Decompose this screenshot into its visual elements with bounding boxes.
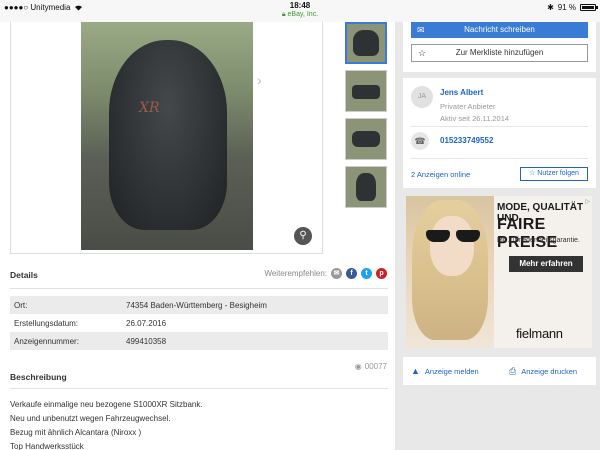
seat-image [109, 40, 227, 230]
seller-name[interactable]: Jens Albert [440, 88, 483, 97]
twitter-icon[interactable]: t [361, 268, 372, 279]
detail-value: 499410358 [126, 337, 167, 346]
thumbnail-image [353, 30, 379, 56]
share-label: Weiterempfehlen: [264, 269, 327, 278]
print-listing-link[interactable]: ⎙ Anzeige drucken [509, 366, 577, 377]
divider [411, 158, 588, 159]
view-count: 00077 [364, 362, 387, 371]
mail-icon[interactable]: ✉ [331, 268, 342, 279]
message-button-label: Nachricht schreiben [464, 25, 535, 34]
seller-card: JA Jens Albert Privater Anbieter Aktiv s… [403, 78, 596, 188]
message-button[interactable]: ✉ Nachricht schreiben [411, 22, 588, 38]
detail-value: 26.07.2016 [126, 319, 167, 328]
seller-ads-link[interactable]: 2 Anzeigen online [411, 170, 470, 179]
status-bar: ●●●●○ Unitymedia 18:48 🔒︎ eBay, Inc. ✱ 9… [0, 0, 600, 22]
report-listing-link[interactable]: ▲ Anzeige melden [411, 366, 479, 376]
details-title: Details [10, 270, 38, 280]
description-line: Verkaufe einmalige neu bezogene S1000XR … [10, 400, 203, 409]
thumbnail-4[interactable] [345, 166, 387, 208]
ad-brand-logo: fielmann [516, 326, 563, 341]
detail-row-id: Anzeigennummer: 499410358 [10, 332, 388, 350]
watchlist-button-label: Zur Merkliste hinzufügen [455, 48, 544, 57]
star-icon: ☆ [529, 170, 536, 177]
report-label: Anzeige melden [424, 366, 479, 376]
watchlist-button[interactable]: ☆ Zur Merkliste hinzufügen [411, 44, 588, 62]
main-photo[interactable]: XR [81, 22, 253, 250]
sunglasses-icon [426, 230, 480, 242]
zoom-icon[interactable]: ⚲ [294, 227, 312, 245]
detail-value: 74354 Baden-Württemberg - Besigheim [126, 301, 267, 310]
follow-button[interactable]: ☆ Nutzer folgen [520, 167, 588, 181]
ad-headline-2: FAIRE PREISE [497, 216, 558, 251]
seat-logo: XR [139, 100, 160, 116]
lock-icon: 🔒︎ [281, 11, 286, 18]
image-gallery: XR › ⚲ [10, 22, 323, 254]
url-label: eBay, Inc. [287, 11, 319, 18]
contact-card: ✉ Nachricht schreiben ☆ Zur Merkliste hi… [403, 22, 596, 72]
advertisement-banner[interactable]: ▷ MODE, QUALITÄT UND FAIRE PREISE Mit Zu… [406, 196, 592, 348]
description-line: Bezug mit ähnlich Alcantara (Niroxx ) [10, 428, 142, 437]
status-right: ✱ 91 % [547, 3, 598, 12]
eye-icon: ◉ [354, 362, 362, 371]
divider [411, 126, 588, 127]
description-line: Neu und unbenutzt wegen Fahrzeugwechsel. [10, 414, 171, 423]
detail-key: Ort: [14, 301, 28, 310]
print-label: Anzeige drucken [521, 367, 578, 376]
description-line: Top Handwerksstück [10, 442, 84, 450]
follow-button-label: Nutzer folgen [537, 170, 579, 177]
phone-icon: ☎ [411, 132, 429, 150]
thumbnail-1[interactable] [345, 22, 387, 64]
thumbnail-image [356, 173, 376, 201]
detail-row-date: Erstellungsdatum: 26.07.2016 [10, 314, 388, 332]
facebook-icon[interactable]: f [346, 268, 357, 279]
battery-icon [580, 4, 598, 11]
ad-subline: Mit Zufriedenheitsgarantie. [497, 237, 580, 244]
view-counter: ◉ 00077 [355, 362, 387, 371]
detail-key: Anzeigennummer: [14, 337, 79, 346]
thumbnail-2[interactable] [345, 70, 387, 112]
divider [10, 388, 388, 389]
printer-icon: ⎙ [509, 366, 517, 376]
share-bar: Weiterempfehlen: ✉ f t p [264, 268, 387, 279]
ad-photo [406, 196, 494, 348]
seller-type: Privater Anbieter [440, 102, 496, 111]
bluetooth-icon: ✱ [547, 3, 554, 12]
avatar: JA [411, 86, 433, 108]
divider [10, 288, 388, 289]
url-bar[interactable]: 🔒︎ eBay, Inc. [0, 11, 600, 19]
description-title: Beschreibung [10, 372, 67, 382]
chevron-right-icon[interactable]: › [257, 72, 262, 88]
battery-label: 91 % [557, 3, 576, 12]
clock: 18:48 [289, 1, 311, 10]
thumbnail-3[interactable] [345, 118, 387, 160]
phone-number[interactable]: 015233749552 [440, 136, 493, 145]
pinterest-icon[interactable]: p [376, 268, 387, 279]
thumbnail-image [352, 131, 380, 147]
listing-main: XR › ⚲ Details Weiterempfehlen: ✉ f t p … [0, 22, 395, 450]
warning-icon: ▲ [411, 366, 420, 376]
thumbnail-image [352, 85, 380, 99]
ad-model-face [430, 216, 474, 276]
star-icon: ☆ [418, 48, 427, 58]
ad-cta-button[interactable]: Mehr erfahren [509, 256, 583, 272]
envelope-icon: ✉ [417, 25, 425, 35]
detail-key: Erstellungsdatum: [14, 319, 79, 328]
detail-row-location: Ort: 74354 Baden-Württemberg - Besigheim [10, 296, 388, 314]
seller-since: Aktiv seit 26.11.2014 [440, 114, 510, 123]
listing-actions: ▲ Anzeige melden ⎙ Anzeige drucken [403, 357, 596, 385]
